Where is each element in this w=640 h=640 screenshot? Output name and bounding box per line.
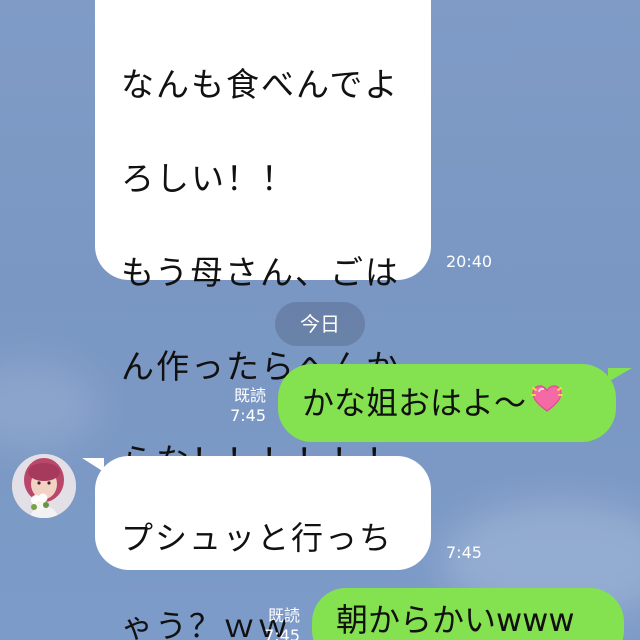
message-time: 20:40 bbox=[446, 252, 493, 271]
heart-emoji-svg bbox=[531, 385, 564, 412]
message-bubble-outgoing[interactable]: かな姐おはよ〜 bbox=[278, 364, 616, 442]
chat-view[interactable]: なんも食べんでよ ろしい！！ もう母さん、ごは ん作ったらへんか らな！！！！！… bbox=[0, 0, 640, 640]
message-bubble-incoming[interactable]: プシュッと行っち ゃう？ｗｗ bbox=[95, 456, 431, 640]
background-cloud bbox=[0, 360, 100, 450]
heart-emoji-icon bbox=[530, 366, 564, 444]
message-time: 7:45 bbox=[230, 406, 266, 425]
contact-avatar[interactable] bbox=[12, 454, 76, 518]
message-text-line: ろしい！！ bbox=[121, 159, 296, 198]
message-text-line: もう母さん、ごは bbox=[121, 253, 401, 292]
message-text: 朝からかいwww bbox=[336, 601, 575, 639]
read-label: 既読 bbox=[233, 386, 266, 405]
bubble-tail bbox=[608, 368, 632, 382]
message-bubble-outgoing[interactable]: 朝からかいwww bbox=[312, 588, 624, 640]
message-text-line: なんも食べんでよ bbox=[121, 65, 400, 104]
read-receipt: 既読 7:45 bbox=[210, 386, 266, 426]
read-label: 既読 bbox=[267, 606, 300, 625]
contact-avatar-image bbox=[12, 454, 76, 518]
message-text-line: プシュッと行っち bbox=[121, 519, 394, 557]
read-receipt: 既読 7:45 bbox=[244, 606, 300, 640]
message-time: 7:45 bbox=[446, 543, 482, 562]
date-separator: 今日 bbox=[275, 302, 365, 346]
message-bubble-incoming[interactable]: なんも食べんでよ ろしい！！ もう母さん、ごは ん作ったらへんか らな！！！！！… bbox=[95, 0, 431, 480]
message-time: 7:45 bbox=[264, 626, 300, 640]
message-text: かな姐おはよ〜 bbox=[302, 384, 527, 422]
